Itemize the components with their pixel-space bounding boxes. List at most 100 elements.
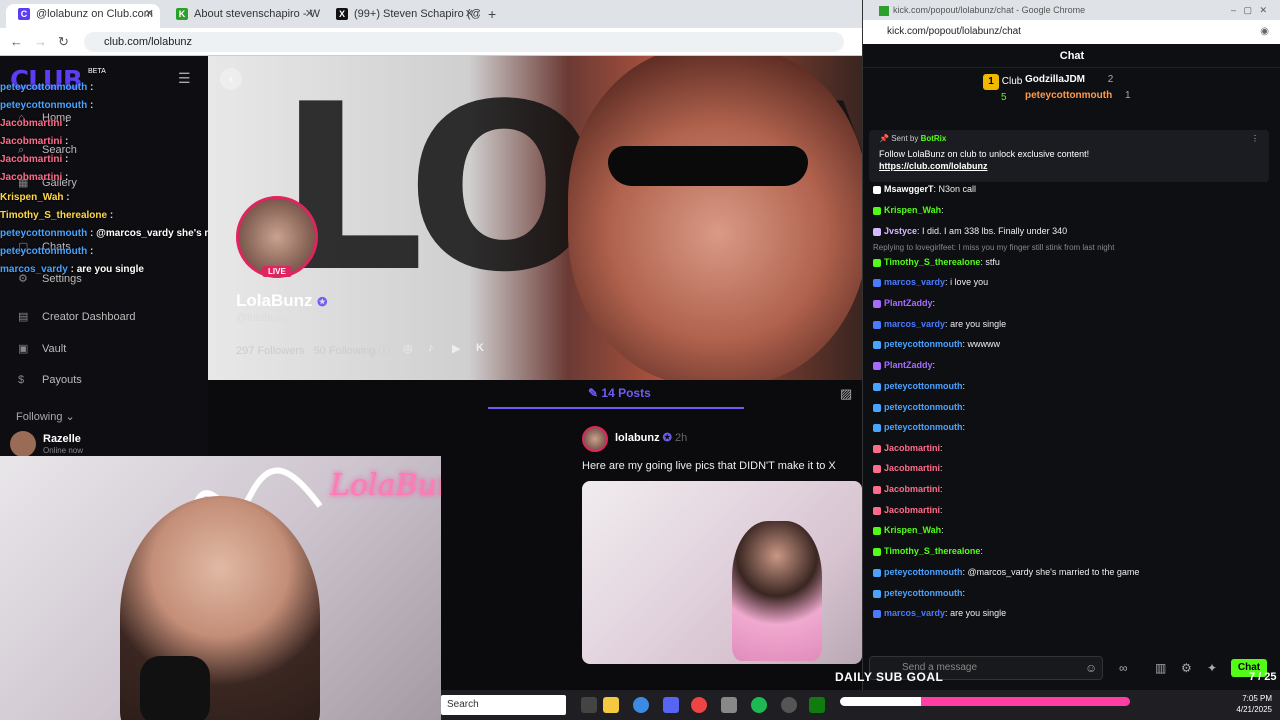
chat-username[interactable]: Jacobmartini: [884, 443, 940, 453]
chat-username[interactable]: marcos_vardy: [884, 277, 945, 287]
reload-icon[interactable]: ↻: [58, 34, 69, 50]
url-field[interactable]: club.com/lolabunz: [84, 32, 844, 52]
chat-username[interactable]: marcos_vardy: [884, 608, 945, 618]
chat-message: Jvstyce: I did. I am 338 lbs. Finally un…: [873, 226, 1067, 236]
overlay-text: are you single: [76, 264, 144, 275]
chat-username[interactable]: Timothy_S_therealone: [884, 257, 980, 267]
emote-icon[interactable]: ✦: [1207, 661, 1217, 675]
kick-favicon-icon: [879, 5, 889, 16]
emoji-icon[interactable]: ☺: [1085, 661, 1097, 675]
tab-indicator: [488, 407, 744, 409]
close-icon[interactable]: ✕: [145, 4, 154, 24]
tab-posts-label: 14 Posts: [601, 386, 651, 400]
chat-url: kick.com/popout/lolabunz/chat: [887, 26, 1021, 37]
chat-username[interactable]: Krispen_Wah: [884, 205, 941, 215]
post-image[interactable]: [582, 481, 862, 664]
chat-popout-window: kick.com/popout/lolabunz/chat - Google C…: [835, 0, 1280, 720]
chat-username[interactable]: peteycottonmouth: [884, 567, 963, 577]
tiktok-icon[interactable]: ♪: [428, 342, 434, 354]
chat-username[interactable]: Krispen_Wah: [884, 525, 941, 535]
close-icon[interactable]: ✕: [465, 4, 474, 24]
sub-goal-count: 7 / 25: [1249, 671, 1277, 683]
discord-icon[interactable]: [663, 697, 679, 713]
image-icon[interactable]: ▨: [840, 386, 852, 402]
close-icon[interactable]: ✕: [305, 4, 314, 24]
infinity-icon[interactable]: ∞: [1119, 661, 1128, 675]
chat-username[interactable]: Timothy_S_therealone: [884, 546, 980, 556]
chat-username[interactable]: PlantZaddy: [884, 298, 933, 308]
tab-posts[interactable]: ✎ 14 Posts: [588, 386, 651, 400]
youtube-icon[interactable]: ▶: [452, 342, 460, 355]
leaderboard-rank-icon: 1: [983, 74, 999, 90]
chat-username[interactable]: PlantZaddy: [884, 360, 933, 370]
gear-icon[interactable]: ⚙: [1181, 661, 1192, 675]
file-explorer-icon[interactable]: [603, 697, 619, 713]
tab-x[interactable]: X (99+) Steven Schapiro (@steven ✕: [324, 4, 480, 28]
tab-club[interactable]: C @lolabunz on Club.com ✕: [6, 4, 160, 28]
xbox-icon[interactable]: [809, 697, 825, 713]
following-header[interactable]: Following ⌄: [16, 410, 75, 423]
taskbar-search[interactable]: Search: [441, 695, 566, 715]
chat-username[interactable]: MsawggerT: [884, 184, 934, 194]
sidebar-item-label: Payouts: [42, 374, 82, 386]
chrome-icon[interactable]: [633, 697, 649, 713]
sidebar-item-payouts[interactable]: $ Payouts: [18, 374, 82, 386]
posts-tab-bar: ✎ 14 Posts ▨: [208, 380, 862, 410]
address-bar: ← → ↻ club.com/lolabunz: [0, 28, 862, 56]
more-icon[interactable]: ⋮: [1251, 134, 1259, 143]
chat-username[interactable]: peteycottonmouth: [884, 588, 963, 598]
chat-username[interactable]: Jacobmartini: [884, 505, 940, 515]
chat-username[interactable]: Jacobmartini: [884, 484, 940, 494]
forward-icon[interactable]: →: [34, 34, 47, 49]
back-arrow-icon[interactable]: ‹: [220, 68, 242, 90]
chat-username[interactable]: Jacobmartini: [884, 463, 940, 473]
window-controls[interactable]: – ▢ ✕: [1231, 0, 1267, 20]
badge-icon: [873, 485, 881, 494]
chat-username[interactable]: peteycottonmouth: [884, 339, 963, 349]
info-icon[interactable]: ⓘ: [378, 345, 389, 357]
chat-url-bar[interactable]: kick.com/popout/lolabunz/chat ◉: [863, 20, 1280, 44]
app-icon[interactable]: [721, 697, 737, 713]
chat-text: wwwww: [967, 339, 1001, 349]
eye-off-icon[interactable]: ◉: [1260, 20, 1269, 44]
profile-handle: @lolabunz: [236, 312, 289, 324]
post-author[interactable]: lolabunz ✪ 2h: [615, 431, 687, 444]
following-user-name[interactable]: Razelle: [43, 433, 81, 445]
instagram-icon[interactable]: ◎: [403, 342, 413, 355]
followers-count[interactable]: 297 Followers: [236, 345, 304, 357]
leaderboard-user[interactable]: peteycottonmouth: [1025, 90, 1112, 101]
chat-text: i love you: [950, 277, 989, 287]
new-tab-button[interactable]: +: [488, 6, 496, 22]
sidebar-item-vault[interactable]: ▣ Vault: [18, 342, 66, 355]
microphone: [140, 656, 210, 720]
avatar[interactable]: [10, 431, 36, 457]
post-author-avatar[interactable]: [582, 426, 608, 452]
verified-icon: ✪: [662, 432, 672, 444]
chat-username[interactable]: marcos_vardy: [884, 319, 945, 329]
chrome-icon[interactable]: [691, 697, 707, 713]
task-view-icon[interactable]: [581, 697, 597, 713]
obs-icon[interactable]: [781, 697, 797, 713]
badge-icon: [873, 547, 881, 556]
pin-icon[interactable]: 📌: [879, 134, 889, 143]
chat-message: peteycottonmouth: @marcos_vardy she's ma…: [873, 567, 1139, 577]
back-icon[interactable]: ←: [10, 34, 23, 49]
chat-message: MsawggerT: N3on call: [873, 184, 976, 194]
chat-username[interactable]: Jvstyce: [884, 226, 917, 236]
pinned-sent-by: Sent by: [891, 134, 919, 143]
kick-icon[interactable]: K: [476, 342, 484, 354]
chat-username[interactable]: peteycottonmouth: [884, 381, 963, 391]
chat-username[interactable]: peteycottonmouth: [884, 402, 963, 412]
tab-kick-about[interactable]: K About stevenschapiro - Watch ✕: [164, 4, 320, 28]
pinned-link[interactable]: https://club.com/lolabunz: [879, 161, 1259, 171]
following-count[interactable]: 50 Following: [314, 345, 376, 357]
pencil-icon: ✎: [588, 386, 599, 400]
spotify-icon[interactable]: [751, 697, 767, 713]
gift-icon[interactable]: ▥: [1155, 661, 1166, 675]
badge-icon: [873, 340, 881, 349]
chat-username[interactable]: peteycottonmouth: [884, 422, 963, 432]
leaderboard-user[interactable]: GodzillaJDM: [1025, 74, 1085, 85]
system-clock[interactable]: 7:05 PM 4/21/2025: [1236, 693, 1272, 715]
tab-label: @lolabunz on Club.com: [36, 8, 153, 20]
sidebar-item-creator-dashboard[interactable]: ▤ Creator Dashboard: [18, 310, 136, 323]
